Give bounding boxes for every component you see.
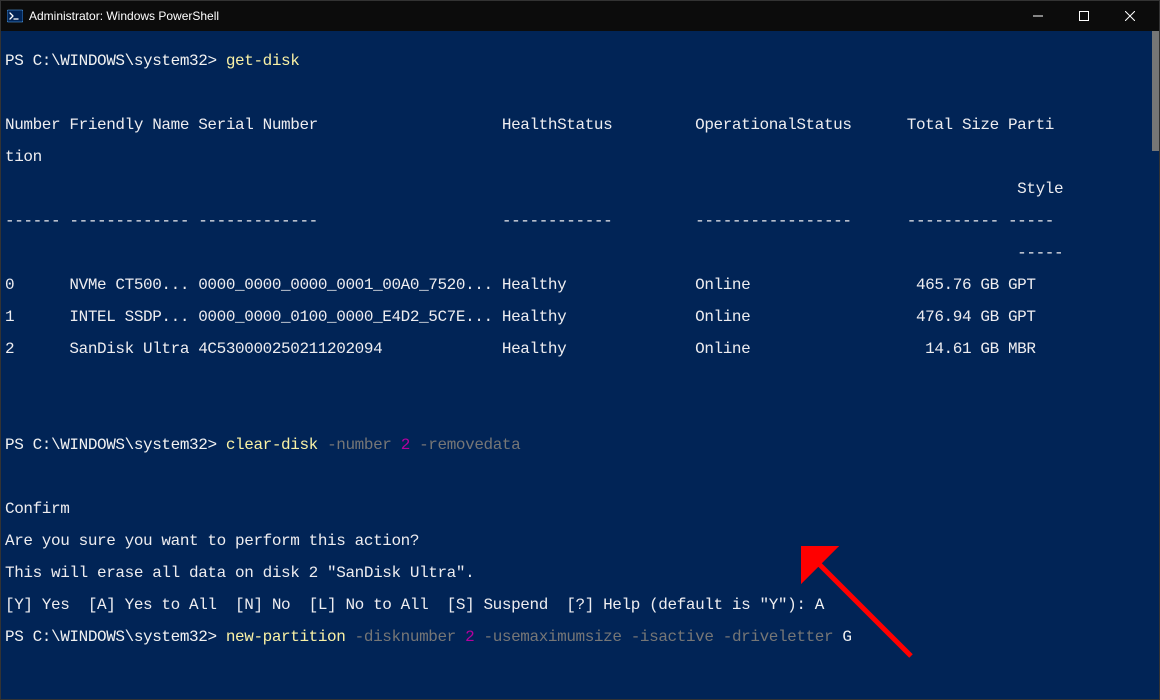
minimize-button[interactable] xyxy=(1015,1,1061,31)
command-param: -number xyxy=(318,436,392,454)
table-row: 2 SanDisk Ultra 4C530000250211202094 Hea… xyxy=(5,341,1159,357)
command: get-disk xyxy=(226,52,300,70)
command: new-partition xyxy=(226,628,346,646)
table-row: 0 NVMe CT500... 0000_0000_0000_0001_00A0… xyxy=(5,277,1159,293)
prompt-path: C:\WINDOWS\system32> xyxy=(33,628,226,646)
command-param: -isactive xyxy=(622,628,714,646)
window-controls xyxy=(1015,1,1153,31)
table-header: Number Friendly Name Serial Number Healt… xyxy=(5,117,1159,133)
output-text: Confirm xyxy=(5,501,1159,517)
titlebar[interactable]: Administrator: Windows PowerShell xyxy=(1,1,1159,31)
command-param: -driveletter xyxy=(714,628,834,646)
powershell-window: Administrator: Windows PowerShell PS C:\… xyxy=(0,0,1160,700)
prompt: PS xyxy=(5,436,33,454)
table-header: tion xyxy=(5,149,1159,165)
table-separator: ------ ------------- ------------- -----… xyxy=(5,213,1159,229)
command-arg: 2 xyxy=(456,628,474,646)
output-text: This will erase all data on disk 2 "SanD… xyxy=(5,565,1159,581)
command-param: -removedata xyxy=(410,436,520,454)
user-input: A xyxy=(815,596,824,614)
scrollbar-thumb[interactable] xyxy=(1152,31,1159,151)
command: clear-disk xyxy=(226,436,318,454)
close-button[interactable] xyxy=(1107,1,1153,31)
powershell-icon xyxy=(7,8,23,24)
command-param: -usemaximumsize xyxy=(474,628,621,646)
table-separator: ----- xyxy=(5,245,1159,261)
table-header: Style xyxy=(5,181,1159,197)
output-text: [Y] Yes [A] Yes to All [N] No [L] No to … xyxy=(5,596,815,614)
command-param: -disknumber xyxy=(345,628,455,646)
terminal-output[interactable]: PS C:\WINDOWS\system32> get-disk Number … xyxy=(1,31,1159,699)
command-arg: G xyxy=(833,628,851,646)
maximize-button[interactable] xyxy=(1061,1,1107,31)
window-title: Administrator: Windows PowerShell xyxy=(29,9,1015,23)
prompt-path: C:\WINDOWS\system32> xyxy=(33,436,226,454)
prompt-path: C:\WINDOWS\system32> xyxy=(33,52,226,70)
output-text: Are you sure you want to perform this ac… xyxy=(5,533,1159,549)
table-row: 1 INTEL SSDP... 0000_0000_0100_0000_E4D2… xyxy=(5,309,1159,325)
prompt: PS xyxy=(5,628,33,646)
prompt: PS xyxy=(5,52,33,70)
command-arg: 2 xyxy=(392,436,410,454)
